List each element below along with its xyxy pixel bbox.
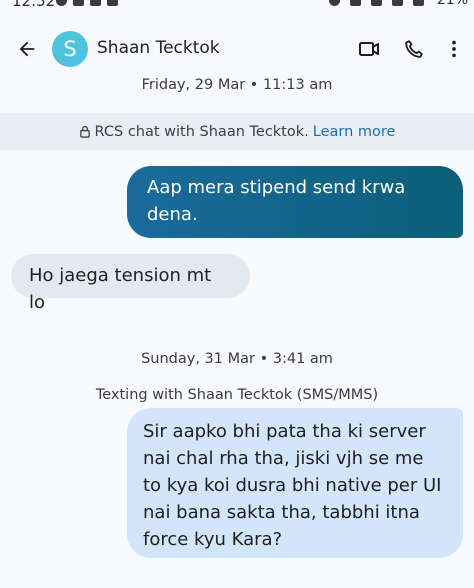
back-button[interactable] bbox=[12, 34, 42, 64]
arrow-back-icon bbox=[19, 41, 35, 57]
date-separator: Sunday, 31 Mar • 3:41 am bbox=[141, 351, 333, 367]
avatar-letter: S bbox=[63, 37, 77, 61]
gmail-notification-icon bbox=[107, 0, 118, 6]
rcs-notice-text: RCS chat with Shaan Tecktok. bbox=[94, 123, 309, 140]
avatar[interactable]: S bbox=[52, 31, 88, 67]
call-status-icon bbox=[371, 0, 382, 6]
linkedin-notification-icon bbox=[90, 0, 101, 6]
outgoing-message[interactable]: Sir aapko bhi pata tha ki server nai cha… bbox=[127, 408, 463, 558]
phone-call-button[interactable] bbox=[400, 35, 428, 63]
wifi-icon bbox=[392, 0, 403, 6]
video-call-button[interactable] bbox=[355, 35, 383, 63]
outgoing-message[interactable]: Aap mera stipend send krwa dena. bbox=[127, 166, 463, 238]
rcs-banner: RCS chat with Shaan Tecktok. Learn more bbox=[0, 113, 474, 150]
more-vert-icon bbox=[452, 40, 456, 58]
message-text: Aap mera stipend send krwa dena. bbox=[147, 177, 406, 225]
system-icons bbox=[329, 0, 424, 6]
video-call-icon bbox=[359, 42, 379, 56]
message-text: Sir aapko bhi pata tha ki server nai cha… bbox=[143, 421, 442, 550]
signal-icon bbox=[413, 0, 424, 6]
status-time: 12:52 bbox=[12, 0, 56, 10]
battery-level: 21% bbox=[436, 0, 468, 8]
more-options-button[interactable] bbox=[440, 35, 468, 63]
date-separator: Friday, 29 Mar • 11:13 am bbox=[141, 77, 333, 93]
alarm-icon bbox=[329, 0, 340, 6]
status-bar: 12:52 21% bbox=[0, 0, 474, 12]
contact-name[interactable]: Shaan Tecktok bbox=[97, 38, 220, 58]
message-text: Ho jaega tension mt lo bbox=[29, 265, 212, 313]
sms-notice: Texting with Shaan Tecktok (SMS/MMS) bbox=[95, 387, 379, 403]
lock-icon bbox=[79, 125, 90, 138]
mute-icon bbox=[350, 0, 361, 6]
conversation-header: S Shaan Tecktok bbox=[0, 24, 474, 76]
youtube-notification-icon bbox=[73, 0, 84, 6]
incoming-message[interactable]: Ho jaega tension mt lo bbox=[11, 254, 250, 313]
chat-notification-icon bbox=[56, 0, 67, 6]
notification-icons bbox=[56, 0, 118, 7]
learn-more-link[interactable]: Learn more bbox=[313, 124, 396, 140]
phone-icon bbox=[405, 40, 423, 58]
